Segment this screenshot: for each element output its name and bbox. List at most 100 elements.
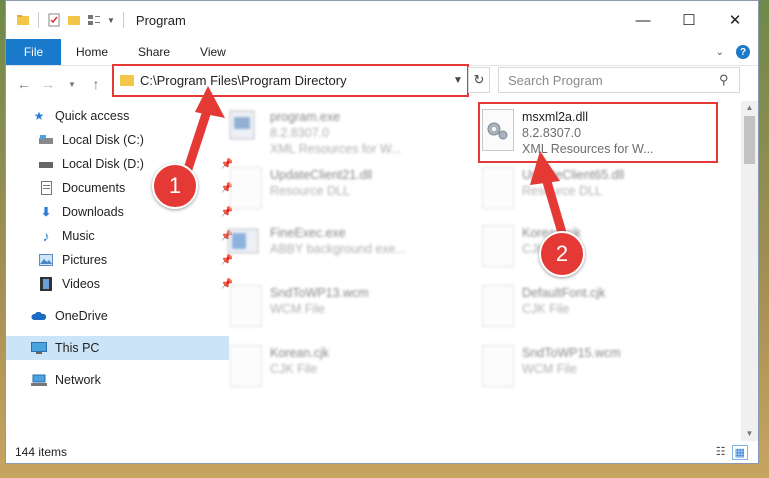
file-description: Resource DLL (270, 184, 350, 198)
chevron-down-icon[interactable]: ▼ (107, 16, 115, 25)
file-icon (478, 223, 516, 269)
file-item[interactable]: Korean.cjk CJK File (226, 341, 466, 397)
details-view-icon[interactable]: ☷ (716, 445, 726, 460)
vertical-scrollbar[interactable]: ▲ ▼ (741, 101, 758, 441)
file-icon (226, 283, 264, 329)
cloud-icon (31, 309, 47, 323)
file-description: CJK File (270, 362, 318, 376)
sidebar-item-onedrive[interactable]: OneDrive (6, 304, 229, 328)
file-name: program.exe (270, 110, 341, 124)
file-item[interactable]: DefaultFont.cjk CJK File (478, 281, 718, 337)
properties-icon[interactable] (47, 13, 61, 27)
drive-icon (38, 133, 54, 147)
highlight-box (478, 102, 718, 163)
view-switcher: ☷ ▦ (716, 444, 758, 460)
file-description: WCM File (270, 302, 325, 316)
chevron-down-icon[interactable]: ▼ (449, 75, 467, 86)
file-name: SndToWP13.wcm (270, 286, 369, 300)
sidebar-item-network[interactable]: Network (6, 368, 229, 392)
divider (38, 12, 39, 28)
expand-ribbon-icon[interactable]: ⌄ (716, 47, 724, 58)
file-item[interactable]: UpdateClient21.dll Resource DLL (226, 163, 466, 219)
file-item[interactable]: Korean.cjkCJK File (478, 221, 718, 277)
step-badge-1: 1 (152, 163, 198, 209)
minimize-button[interactable]: — (620, 1, 666, 39)
sidebar-item-label: Quick access (55, 109, 130, 123)
file-name: UpdateClient21.dll (270, 168, 373, 182)
ribbon-tabs: File Home Share View ⌄ ? (6, 39, 758, 66)
sidebar-item-label: Music (62, 229, 95, 243)
sidebar-item-label: Videos (62, 277, 100, 291)
explorer-window: ▼ Program — ☐ ✕ File Home Share View ⌄ ?… (5, 0, 759, 464)
sidebar-item-label: Downloads (62, 205, 124, 219)
file-name: FineExec.exe (270, 226, 346, 240)
large-icons-view-icon[interactable]: ▦ (731, 444, 748, 460)
file-version: 8.2.8307.0 (270, 126, 330, 140)
back-arrow-icon[interactable]: ← (12, 76, 36, 92)
sidebar-item-label: Pictures (62, 253, 108, 267)
refresh-button[interactable]: ↻ (468, 67, 490, 93)
new-folder-icon[interactable] (67, 13, 81, 27)
address-bar[interactable]: C:\Program Files\Program Directory ▼ (112, 64, 469, 97)
file-name: Korean.cjk (270, 346, 330, 360)
refresh-icon: ↻ (473, 72, 485, 87)
pictures-icon (38, 253, 54, 267)
divider (122, 12, 124, 28)
tab-view[interactable]: View (185, 39, 241, 65)
sidebar-item-videos[interactable]: Videos 📌 (6, 272, 236, 296)
search-placeholder: Search Program (508, 72, 603, 88)
computer-icon (31, 341, 47, 355)
step-badge-2: 2 (539, 231, 585, 277)
sidebar-item-label: Documents (62, 181, 126, 195)
tab-home[interactable]: Home (61, 39, 123, 65)
music-icon: ♪ (42, 228, 50, 244)
scroll-down-icon[interactable]: ▼ (741, 427, 758, 441)
title-bar: ▼ Program — ☐ ✕ (6, 1, 758, 39)
dll-gear-icon (478, 165, 516, 211)
file-name: SndToWP15.wcm (522, 346, 621, 360)
folder-icon (120, 75, 134, 86)
file-item[interactable]: SndToWP13.wcm WCM File (226, 281, 466, 337)
sidebar-item-music[interactable]: ♪ Music 📌 (6, 224, 236, 248)
search-input[interactable]: Search Program ⚲ (498, 67, 740, 93)
recent-locations-icon[interactable]: ▼ (60, 80, 84, 89)
file-item[interactable]: SndToWP15.wcm WCM File (478, 341, 718, 397)
forward-arrow-icon[interactable]: → (36, 76, 60, 92)
up-arrow-icon[interactable]: ↑ (84, 76, 108, 92)
tab-file[interactable]: File (6, 39, 61, 65)
sidebar-item-label: OneDrive (55, 309, 108, 323)
drive-icon (38, 157, 54, 171)
tab-share[interactable]: Share (123, 39, 185, 65)
exe-icon (226, 223, 264, 269)
sidebar-item-this-pc[interactable]: This PC (6, 336, 229, 360)
sidebar-item-label: Local Disk (D:) (62, 157, 144, 171)
file-item[interactable]: UpdateClient65.dll Resource DLL (478, 163, 718, 219)
scroll-thumb[interactable] (744, 116, 755, 164)
help-icon[interactable]: ? (736, 45, 750, 59)
file-name: DefaultFont.cjk (522, 286, 606, 300)
close-button[interactable]: ✕ (712, 1, 758, 39)
file-description: ABBY background exe... (270, 242, 406, 256)
star-icon: ★ (33, 109, 45, 123)
window-title: Program (135, 12, 186, 28)
file-icon (478, 283, 516, 329)
sidebar-item-label: Network (55, 373, 101, 387)
view-options-icon[interactable] (87, 13, 101, 27)
videos-icon (38, 277, 54, 291)
file-description: XML Resources for W... (270, 142, 402, 156)
sidebar-item-label: Local Disk (C:) (62, 133, 144, 147)
file-item[interactable]: program.exe 8.2.8307.0 XML Resources for W… (226, 105, 466, 161)
ribbon-right: ⌄ ? (716, 39, 758, 65)
maximize-button[interactable]: ☐ (666, 1, 712, 39)
status-bar: 144 items ☷ ▦ (6, 441, 758, 463)
file-item[interactable]: FineExec.exe ABBY background exe... (226, 221, 466, 277)
sidebar-item-downloads[interactable]: ⬇ Downloads 📌 (6, 200, 236, 224)
quick-access-toolbar: ▼ (6, 12, 126, 28)
documents-icon (38, 181, 54, 195)
window-controls: — ☐ ✕ (620, 1, 758, 39)
scroll-up-icon[interactable]: ▲ (741, 101, 758, 115)
network-icon (31, 373, 47, 387)
item-count: 144 items (15, 445, 68, 459)
sidebar-item-pictures[interactable]: Pictures 📌 (6, 248, 236, 272)
file-icon (226, 343, 264, 389)
